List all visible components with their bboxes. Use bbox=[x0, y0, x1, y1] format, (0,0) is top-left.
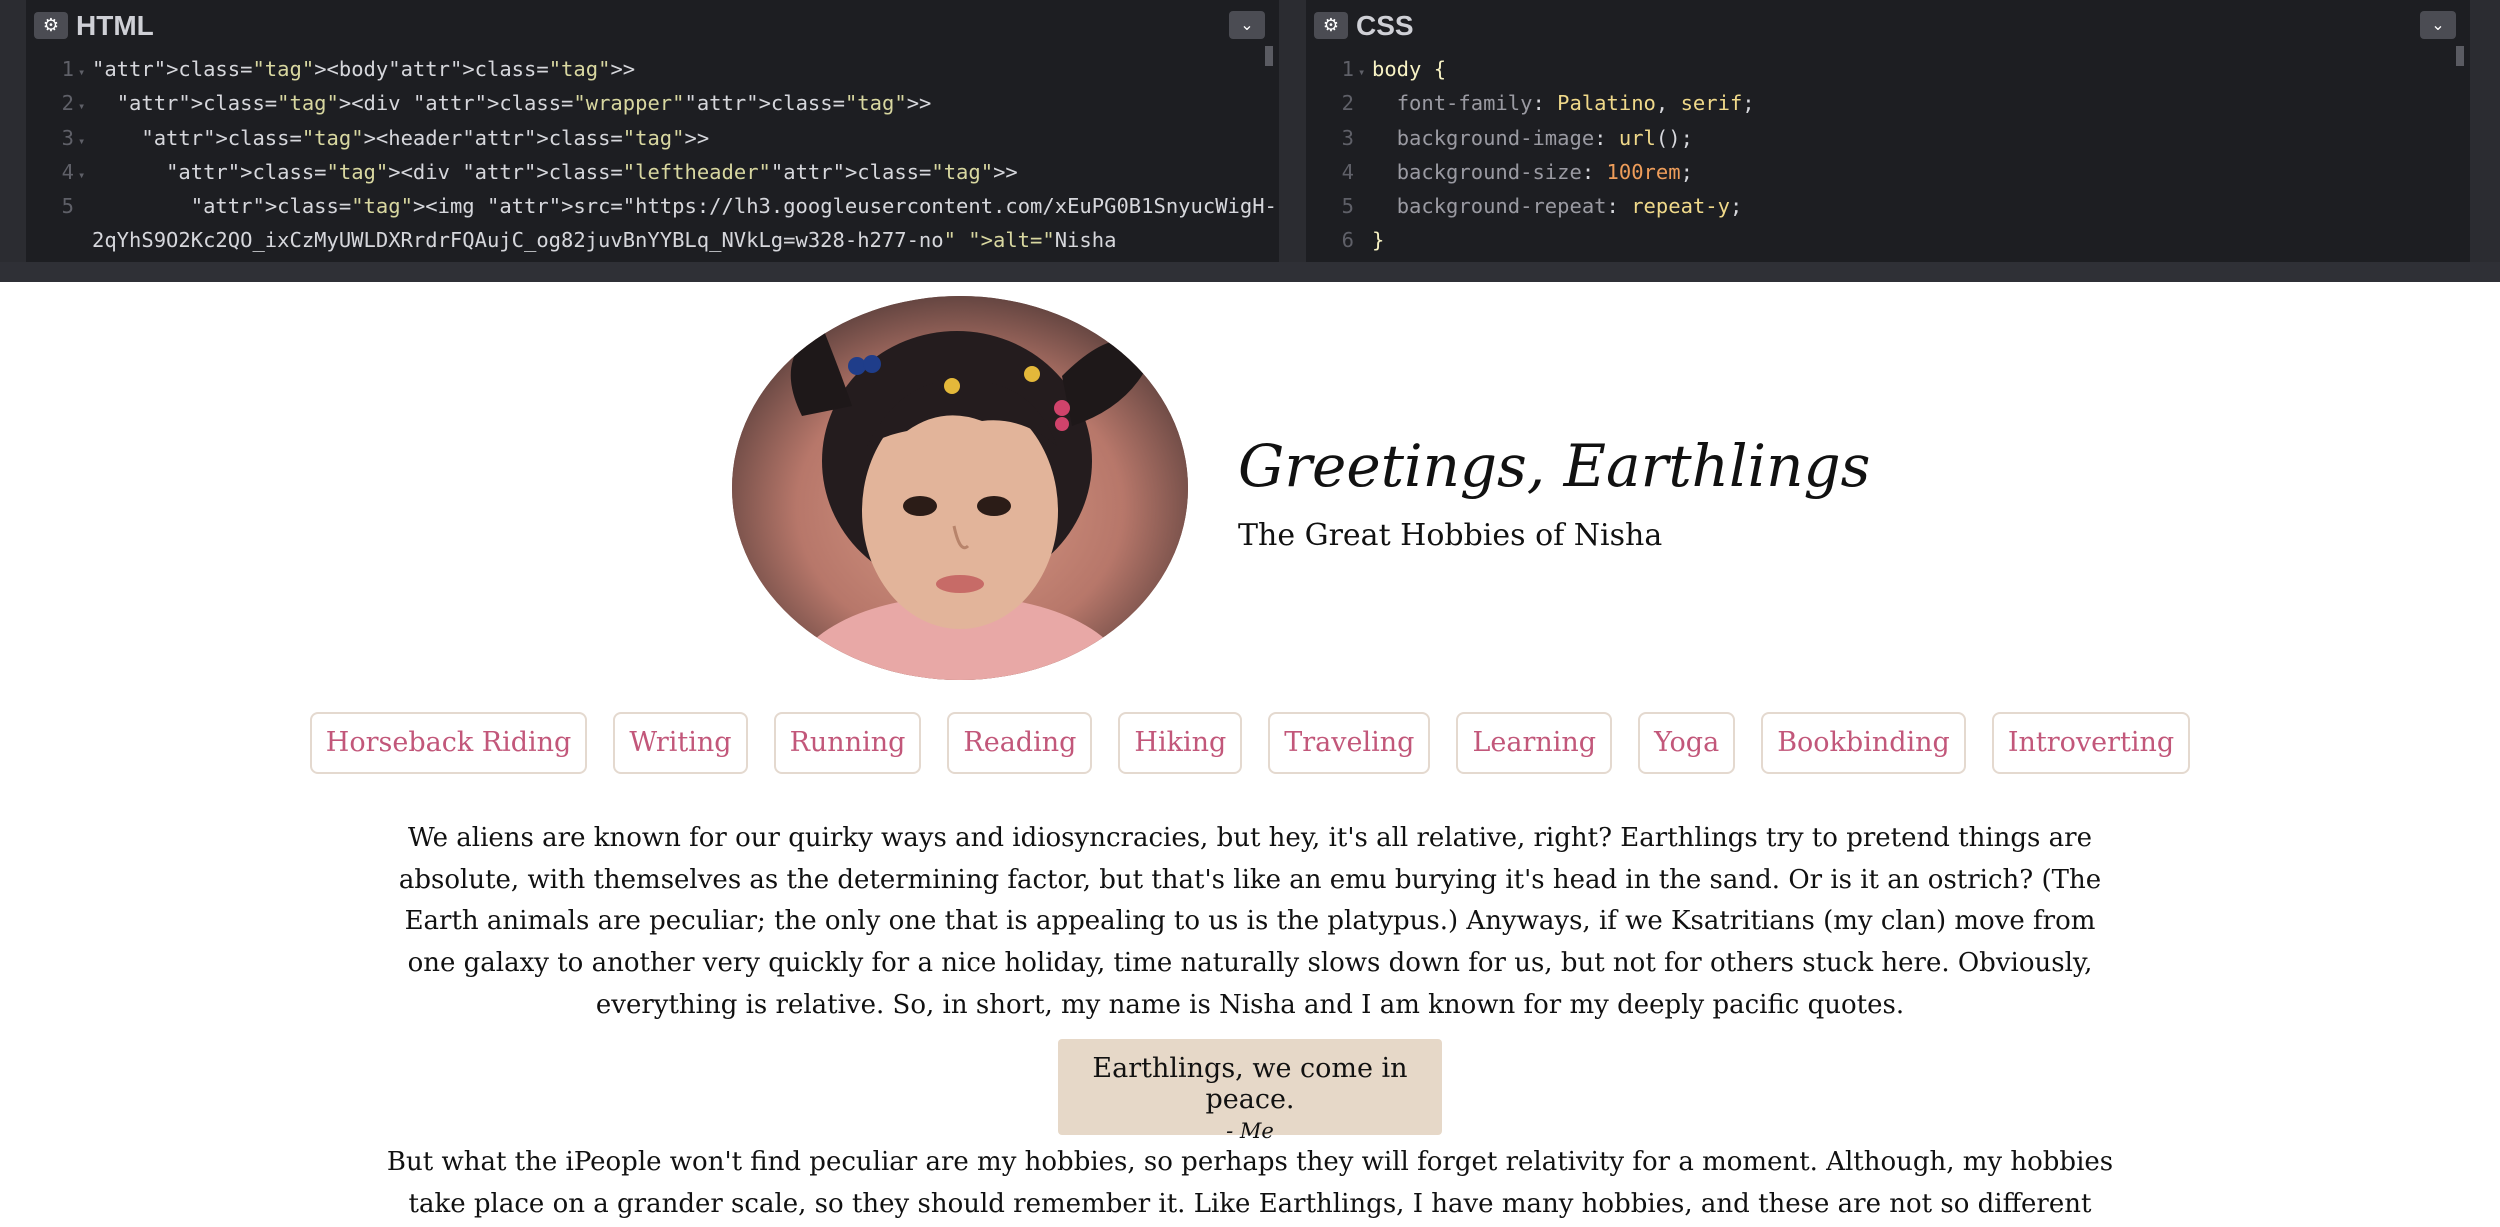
html-code-line[interactable]: 2qYhS9O2Kc2QO_ixCzMyUWLDXRrdrFQAujC_og82… bbox=[26, 225, 1255, 259]
nav-link-reading[interactable]: Reading bbox=[947, 712, 1093, 774]
html-pane-title: HTML bbox=[76, 10, 154, 41]
css-line-number: 2 bbox=[1341, 91, 1354, 116]
css-pane-header: ⚙ CSS ⌄ bbox=[1306, 0, 2470, 50]
html-code-text: "attr">class="tag"><div "attr">class="le… bbox=[166, 159, 1018, 184]
nav-link-hiking[interactable]: Hiking bbox=[1118, 712, 1243, 774]
fold-arrow-icon[interactable]: ▾ bbox=[78, 160, 92, 191]
css-code-text: } bbox=[1372, 228, 1385, 253]
fold-arrow-icon bbox=[78, 228, 92, 259]
fold-arrow-icon bbox=[78, 194, 92, 225]
html-editor-pane[interactable]: ⚙ HTML ⌄ 1 ▾ "attr">class="tag"><body"attr… bbox=[26, 0, 1279, 262]
html-code-line[interactable]: 4 ▾ "attr">class="tag"><div "attr">class=… bbox=[26, 157, 1255, 191]
page-title: Greetings, Earthlings bbox=[1238, 432, 1871, 500]
js-pane-collapsed[interactable]: JS bbox=[2470, 0, 2500, 262]
left-gutter bbox=[0, 0, 26, 262]
html-code-line[interactable]: 3 ▾ "attr">class="tag"><header"attr">clas… bbox=[26, 123, 1255, 157]
fold-arrow-icon[interactable]: ▾ bbox=[78, 126, 92, 157]
quote-attribution: - Me bbox=[1226, 1119, 1274, 1143]
html-code-text: "attr">class="tag"><img "attr">src="http… bbox=[190, 194, 1277, 219]
nav-link-horseback-riding[interactable]: Horseback Riding bbox=[309, 712, 588, 774]
html-code-text: "attr">class="tag"><header"attr">class="… bbox=[141, 125, 710, 150]
css-line-number: 6 bbox=[1341, 228, 1354, 253]
css-code-area[interactable]: 1 ▾ body {2 font-family: Palatino, serif; 3… bbox=[1306, 54, 2446, 262]
hobbies-paragraph: But what the iPeople won't find peculiar… bbox=[386, 1147, 2114, 1219]
page-subtitle: The Great Hobbies of Nisha bbox=[1238, 518, 1663, 553]
css-code-text: body { bbox=[1372, 57, 1447, 81]
hobby-nav: Horseback Riding Writing Running Reading Hik… bbox=[309, 712, 2191, 774]
code-editor: ⚙ HTML ⌄ 1 ▾ "attr">class="tag"><body"attr… bbox=[0, 0, 2500, 283]
css-pane-title: CSS bbox=[1356, 10, 1414, 41]
intro-paragraph: We aliens are known for our quirky ways … bbox=[398, 823, 2102, 1020]
html-line-number: 1 bbox=[61, 57, 74, 81]
html-code-line[interactable]: 5 "attr">class="tag"><img "attr">src="ht… bbox=[26, 191, 1277, 225]
css-scrollbar[interactable] bbox=[2456, 46, 2464, 66]
fold-arrow-icon bbox=[1358, 194, 1372, 225]
fold-arrow-icon bbox=[1358, 228, 1372, 259]
nav-link-introverting[interactable]: Introverting bbox=[1991, 712, 2191, 774]
fold-arrow-icon[interactable]: ▾ bbox=[78, 57, 92, 88]
portrait-illustration bbox=[732, 296, 1188, 680]
css-settings-gear-icon[interactable]: ⚙ bbox=[1314, 12, 1348, 39]
nav-link-bookbinding[interactable]: Bookbinding bbox=[1761, 712, 1966, 774]
fold-arrow-icon[interactable]: ▾ bbox=[1358, 57, 1372, 88]
html-settings-gear-icon[interactable]: ⚙ bbox=[34, 12, 68, 39]
html-line-number: 4 bbox=[61, 159, 74, 184]
css-code-line[interactable]: 5 background-repeat: repeat-y; bbox=[1306, 191, 2446, 225]
fold-arrow-icon bbox=[1358, 160, 1372, 191]
css-code-text: background-size: 100rem; bbox=[1396, 159, 1693, 184]
html-code-text: "attr">class="tag"><body"attr">class="ta… bbox=[92, 57, 636, 81]
html-line-number: 3 bbox=[61, 125, 74, 150]
html-code-line[interactable]: 1 ▾ "attr">class="tag"><body"attr">class="… bbox=[26, 54, 1255, 88]
fold-arrow-icon bbox=[1358, 126, 1372, 157]
css-code-line[interactable]: 3 background-image: url(); bbox=[1306, 123, 2446, 157]
css-code-text: background-repeat: repeat-y; bbox=[1396, 194, 1743, 219]
nav-link-learning[interactable]: Learning bbox=[1456, 712, 1613, 774]
fold-arrow-icon[interactable]: ▾ bbox=[78, 91, 92, 122]
html-pane-header: ⚙ HTML ⌄ bbox=[26, 0, 1279, 50]
nav-link-yoga[interactable]: Yoga bbox=[1638, 712, 1736, 774]
css-code-line[interactable]: 6 } bbox=[1306, 225, 2446, 259]
css-code-line[interactable]: 2 font-family: Palatino, serif; bbox=[1306, 88, 2446, 122]
html-code-text: 2qYhS9O2Kc2QO_ixCzMyUWLDXRrdrFQAujC_og82… bbox=[92, 228, 1117, 253]
css-collapse-chevron-icon[interactable]: ⌄ bbox=[2420, 11, 2456, 39]
fold-arrow-icon bbox=[1358, 91, 1372, 122]
css-code-text: background-image: url(); bbox=[1396, 125, 1693, 150]
html-scrollbar[interactable] bbox=[1265, 46, 1273, 66]
quote-text: Earthlings, we come in peace. bbox=[1092, 1053, 1408, 1115]
css-line-number: 4 bbox=[1341, 159, 1354, 184]
nav-link-running[interactable]: Running bbox=[773, 712, 922, 774]
portrait-image bbox=[732, 296, 1188, 680]
css-code-text: font-family: Palatino, serif; bbox=[1396, 91, 1755, 116]
html-code-text: "attr">class="tag"><div "attr">class="wr… bbox=[116, 91, 932, 116]
html-code-area[interactable]: 1 ▾ "attr">class="tag"><body"attr">class="… bbox=[26, 54, 1277, 262]
quote-box: Earthlings, we come in peace. - Me bbox=[1058, 1039, 1442, 1143]
css-code-line[interactable]: 4 background-size: 100rem; bbox=[1306, 157, 2446, 191]
css-line-number: 1 bbox=[1341, 57, 1354, 81]
html-code-line[interactable]: 2 ▾ "attr">class="tag"><div "attr">class=… bbox=[26, 88, 1255, 122]
html-collapse-chevron-icon[interactable]: ⌄ bbox=[1229, 11, 1265, 39]
editor-resize-handle[interactable] bbox=[0, 262, 2500, 283]
result-preview: Greetings, Earthlings The Great Hobbies … bbox=[0, 282, 2500, 1227]
css-code-line[interactable]: 1 ▾ body { bbox=[1306, 54, 2446, 88]
nav-link-traveling[interactable]: Traveling bbox=[1268, 712, 1431, 774]
css-line-number: 3 bbox=[1341, 125, 1354, 150]
html-line-number: 5 bbox=[61, 194, 74, 219]
nav-link-writing[interactable]: Writing bbox=[613, 712, 748, 774]
css-line-number: 5 bbox=[1341, 194, 1354, 219]
html-line-number: 2 bbox=[61, 91, 74, 116]
css-editor-pane[interactable]: ⚙ CSS ⌄ 1 ▾ body {2 font-family: Palatino,… bbox=[1306, 0, 2470, 262]
pane-divider[interactable] bbox=[1279, 0, 1306, 262]
